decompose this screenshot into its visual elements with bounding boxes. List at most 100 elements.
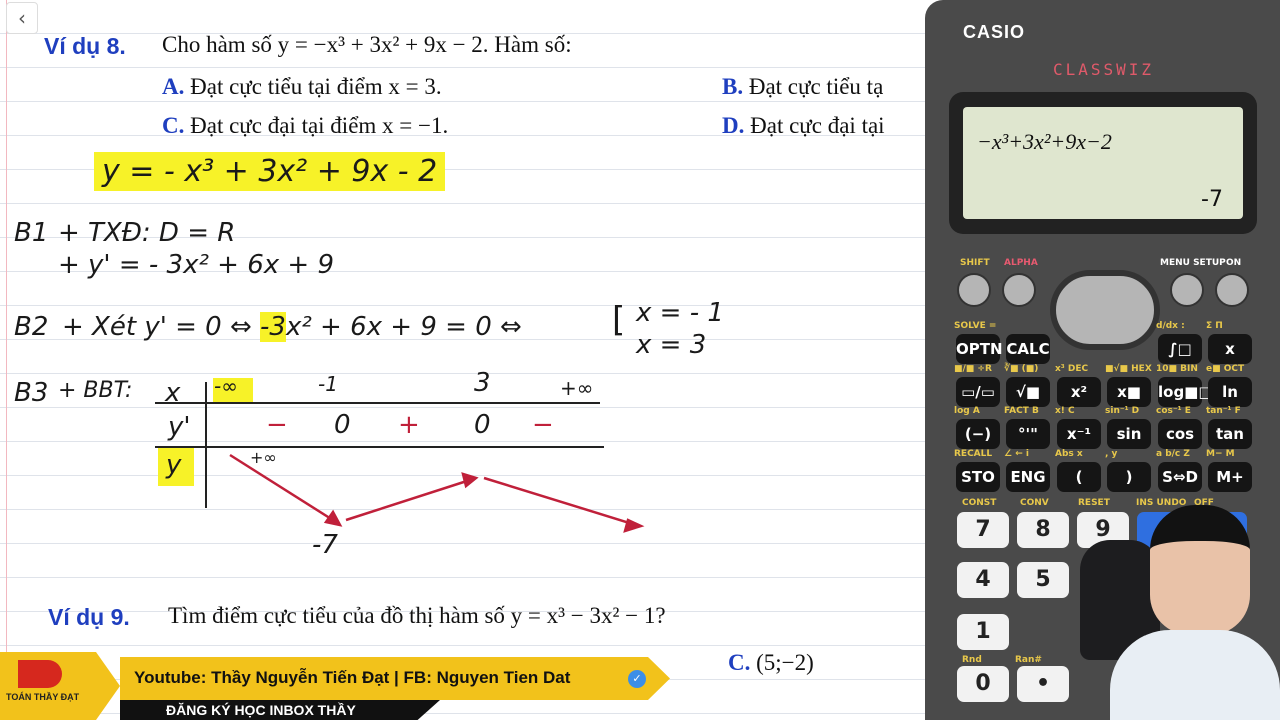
calculator-model: CLASSWIZ: [1053, 60, 1155, 79]
sign: −: [532, 410, 554, 440]
y-min-value: -7: [312, 530, 338, 560]
calc-key[interactable]: OPTN: [956, 334, 1003, 364]
arrow-down: [229, 453, 337, 524]
shift-function-label: tan⁻¹ F: [1206, 406, 1241, 416]
shift-button[interactable]: [957, 273, 991, 307]
arrow-head: [461, 472, 479, 489]
on-label: ON: [1226, 258, 1242, 268]
calc-key[interactable]: ln: [1208, 377, 1252, 407]
x-value: -∞: [214, 374, 238, 398]
dpad[interactable]: [1050, 270, 1160, 350]
calc-key[interactable]: ENG: [1006, 462, 1050, 492]
sign: 0: [474, 410, 491, 440]
shift-function-label: SOLVE =: [954, 321, 997, 331]
shift-function-label: RECALL: [954, 449, 993, 459]
number-key[interactable]: 5: [1017, 562, 1069, 598]
banner-register-text: ĐĂNG KÝ HỌC INBOX THẦY: [166, 702, 356, 718]
number-key[interactable]: 0: [957, 666, 1009, 702]
calc-key[interactable]: ▭/▭: [956, 377, 1000, 407]
alpha-button[interactable]: [1002, 273, 1036, 307]
lesson-document: ‹ Ví dụ 8. Cho hàm số y = −x³ + 3x² + 9x…: [0, 0, 925, 720]
row-y-prime: y': [168, 412, 191, 442]
number-key[interactable]: •: [1017, 666, 1069, 702]
shift-function-label: sin⁻¹ D: [1105, 406, 1140, 416]
calc-key[interactable]: x⁻¹: [1057, 419, 1101, 449]
shift-function-label: ∠ ← i: [1004, 449, 1029, 459]
calc-key[interactable]: STO: [956, 462, 1000, 492]
key-label: INS UNDO: [1136, 498, 1187, 508]
presenter-shirt: [1110, 630, 1280, 720]
number-key[interactable]: 1: [957, 614, 1009, 650]
arrow-up: [345, 478, 471, 522]
shift-function-label: Σ Π: [1206, 321, 1223, 331]
logo-text: TOÁN THẦY ĐẠT: [6, 692, 80, 702]
variation-table: [155, 378, 645, 533]
calc-key[interactable]: tan: [1208, 419, 1252, 449]
shift-function-label: ■/■ ÷R: [954, 364, 992, 374]
shift-function-label: , y: [1105, 449, 1118, 459]
screen-expression: −x³+3x²+9x−2: [977, 129, 1112, 154]
shift-function-label: cos⁻¹ E: [1156, 406, 1191, 416]
sign: +: [398, 410, 420, 440]
calc-key[interactable]: M+: [1208, 462, 1252, 492]
shift-function-label: 10■ BIN: [1156, 364, 1198, 374]
shift-function-label: FACT B: [1004, 406, 1039, 416]
calc-key[interactable]: x■: [1107, 377, 1151, 407]
calc-key[interactable]: cos: [1158, 419, 1202, 449]
shift-function-label: ∛■ (■): [1004, 364, 1039, 374]
shift-function-label: a b/c Z: [1156, 449, 1190, 459]
calc-key[interactable]: S⇔D: [1158, 462, 1202, 492]
alpha-label: ALPHA: [1004, 258, 1038, 268]
calc-key[interactable]: x: [1208, 334, 1252, 364]
logo-mark: [18, 660, 62, 688]
key-label: CONST: [962, 498, 997, 508]
arrow-head: [623, 518, 645, 533]
shift-function-label: x³ DEC: [1055, 364, 1089, 374]
menu-button[interactable]: [1170, 273, 1204, 307]
presenter: [1150, 505, 1250, 635]
row-x: x: [165, 378, 181, 408]
screen-result: -7: [1201, 187, 1223, 212]
arrow-down: [483, 476, 637, 527]
shift-function-label: x! C: [1055, 406, 1075, 416]
x-value: +∞: [560, 376, 594, 400]
shift-function-label: d/dx :: [1156, 321, 1185, 331]
calc-key[interactable]: ): [1107, 462, 1151, 492]
sign: −: [266, 410, 288, 440]
calc-key[interactable]: x²: [1057, 377, 1101, 407]
calc-key[interactable]: ∫□: [1158, 334, 1202, 364]
y-top-value: +∞: [250, 448, 277, 467]
shift-label: SHIFT: [960, 258, 990, 268]
arrow-head: [323, 509, 343, 527]
calc-key[interactable]: (−): [956, 419, 1000, 449]
menu-label: MENU SETUP: [1160, 258, 1226, 268]
key-label: Ran#: [1015, 655, 1042, 665]
calc-key[interactable]: log■□: [1158, 377, 1213, 407]
calculator-screen: −x³+3x²+9x−2 -7: [963, 107, 1243, 219]
number-key[interactable]: 7: [957, 512, 1009, 548]
number-key[interactable]: 8: [1017, 512, 1069, 548]
key-label: CONV: [1020, 498, 1049, 508]
check-badge-icon: ✓: [628, 670, 646, 688]
calc-key[interactable]: (: [1057, 462, 1101, 492]
on-button[interactable]: [1215, 273, 1249, 307]
example-9-label: Ví dụ 9.: [48, 604, 130, 630]
calc-key[interactable]: CALC: [1006, 334, 1050, 364]
number-key[interactable]: 4: [957, 562, 1009, 598]
calc-key[interactable]: °'": [1006, 419, 1050, 449]
calc-key[interactable]: √■: [1006, 377, 1050, 407]
ex9-option-c: C. (5;−2): [728, 650, 814, 675]
shift-function-label: ■√■ HEX: [1105, 364, 1152, 374]
shift-function-label: e■ OCT: [1206, 364, 1245, 374]
shift-function-label: M− M: [1206, 449, 1235, 459]
calc-key[interactable]: sin: [1107, 419, 1151, 449]
key-label: Rnd: [962, 655, 982, 665]
example-9-question: Tìm điểm cực tiểu của đồ thị hàm số y = …: [168, 603, 666, 628]
sign: 0: [334, 410, 351, 440]
x-value: 3: [474, 368, 491, 398]
calculator-brand: CASIO: [963, 22, 1026, 42]
banner-social-text: Youtube: Thầy Nguyễn Tiến Đạt | FB: Nguy…: [134, 668, 571, 687]
row-y: y: [166, 450, 182, 480]
shift-function-label: Abs x: [1055, 449, 1083, 459]
shift-function-label: log A: [954, 406, 980, 416]
